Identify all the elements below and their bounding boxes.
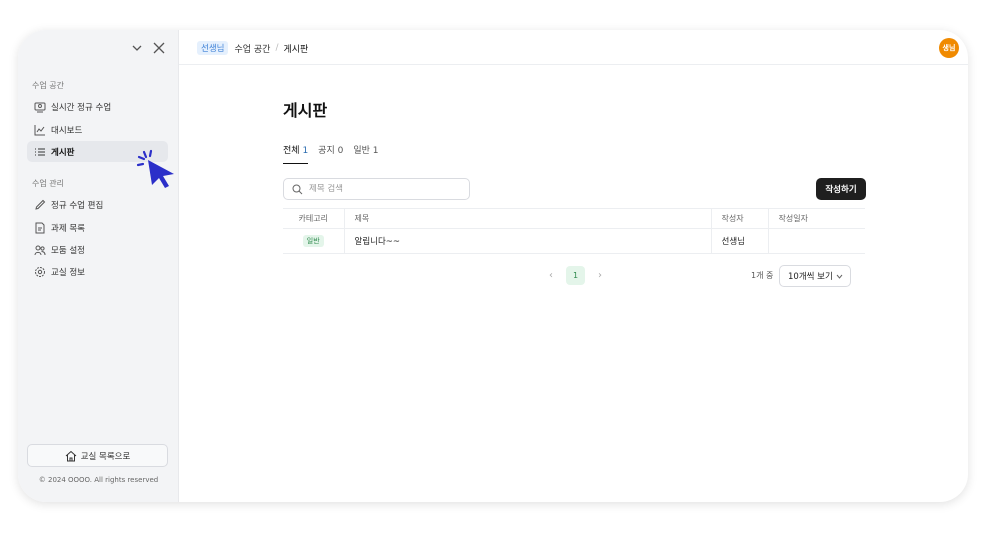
page-title: 게시판 (283, 101, 328, 120)
dashboard-icon (34, 124, 45, 135)
prev-page-button[interactable]: ‹ (544, 270, 558, 281)
role-badge: 선생님 (197, 41, 229, 55)
sidebar-item-label: 대시보드 (51, 125, 83, 136)
list-icon (35, 148, 45, 155)
breadcrumb-parent[interactable]: 수업 공간 (234, 42, 270, 55)
category-cell: 일반 (283, 228, 344, 254)
close-icon[interactable] (151, 40, 167, 56)
post-author: 선생님 (710, 228, 768, 254)
tab-count: 1 (302, 146, 309, 156)
top-header: 선생님 수업 공간 / 게시판 생님 (179, 30, 968, 65)
live-class-icon (34, 102, 46, 112)
search-icon (292, 184, 303, 194)
per-page-select[interactable]: 10개씩 보기 (779, 265, 851, 287)
gear-icon (35, 266, 45, 277)
tab-label: 일반 (353, 146, 370, 156)
pencil-icon (35, 199, 46, 210)
column-header-title: 제목 (343, 208, 711, 229)
section-label-class-space: 수업 공간 (32, 81, 64, 90)
tab-label: 전체 (283, 146, 300, 156)
total-count-label: 1개 중 (751, 271, 774, 280)
sidebar-item-assignments[interactable]: 과제 목록 (27, 217, 168, 238)
category-tabs: 전체 1 공지 0 일반 1 (283, 143, 389, 164)
chevron-down-icon[interactable] (130, 41, 144, 55)
document-icon (35, 222, 45, 233)
breadcrumb: 선생님 수업 공간 / 게시판 (197, 41, 308, 55)
tab-general[interactable]: 일반 1 (353, 143, 378, 164)
search-input[interactable] (309, 184, 459, 194)
next-page-button[interactable]: › (593, 270, 607, 281)
tab-count: 0 (337, 146, 344, 156)
sidebar-item-label: 모둠 설정 (51, 245, 85, 256)
sidebar-item-groups[interactable]: 모둠 설정 (27, 239, 168, 260)
category-badge: 일반 (302, 235, 324, 247)
sidebar-item-dashboard[interactable]: 대시보드 (27, 119, 168, 140)
back-to-classrooms-button[interactable]: 교실 목록으로 (27, 444, 168, 467)
write-post-button[interactable]: 작성하기 (816, 178, 866, 200)
sidebar-item-label: 게시판 (51, 147, 75, 158)
tab-all[interactable]: 전체 1 (283, 143, 309, 164)
column-header-author: 작성자 (710, 208, 768, 229)
home-icon (65, 450, 77, 461)
pointer-cursor-icon (136, 149, 174, 188)
table-header-row: 카테고리 제목 작성자 작성일자 (283, 208, 865, 229)
column-header-category: 카테고리 (283, 208, 344, 229)
tab-notice[interactable]: 공지 0 (318, 143, 343, 164)
tab-label: 공지 (318, 146, 335, 156)
column-header-date: 작성일자 (767, 208, 865, 229)
avatar[interactable]: 생님 (939, 38, 959, 58)
page-number-button[interactable]: 1 (566, 266, 585, 285)
chevron-down-icon (836, 274, 843, 279)
back-button-label: 교실 목록으로 (80, 451, 131, 462)
breadcrumb-separator: / (275, 43, 279, 53)
tab-count: 1 (372, 146, 379, 156)
app-window: 수업 공간 실시간 정규 수업 대시보드 게시판 수업 관리 정규 수업 편집 … (18, 30, 968, 502)
search-box (283, 178, 470, 200)
sidebar-top (18, 30, 179, 65)
section-label-class-management: 수업 관리 (32, 179, 64, 188)
sidebar: 수업 공간 실시간 정규 수업 대시보드 게시판 수업 관리 정규 수업 편집 … (18, 30, 179, 502)
per-page-value: 10개씩 보기 (788, 272, 833, 282)
sidebar-item-label: 교실 정보 (51, 267, 85, 278)
sidebar-item-label: 과제 목록 (51, 223, 85, 234)
group-icon (34, 245, 46, 255)
sidebar-item-classroom-info[interactable]: 교실 정보 (27, 261, 168, 282)
sidebar-item-label: 실시간 정규 수업 (51, 102, 112, 113)
sidebar-item-label: 정규 수업 편집 (51, 200, 104, 211)
copyright-text: © 2024 OOOO. All rights reserved (38, 476, 159, 484)
post-title[interactable]: 알립니다~~ (343, 228, 711, 254)
post-date (767, 228, 865, 254)
pagination: ‹ 1 › (544, 266, 607, 285)
sidebar-item-edit-class[interactable]: 정규 수업 편집 (27, 194, 168, 215)
breadcrumb-current: 게시판 (283, 44, 309, 55)
table-row[interactable]: 일반 알립니다~~ 선생님 (283, 228, 865, 254)
posts-table: 카테고리 제목 작성자 작성일자 일반 알립니다~~ 선생님 (283, 208, 865, 254)
sidebar-item-live-class[interactable]: 실시간 정규 수업 (27, 96, 168, 117)
